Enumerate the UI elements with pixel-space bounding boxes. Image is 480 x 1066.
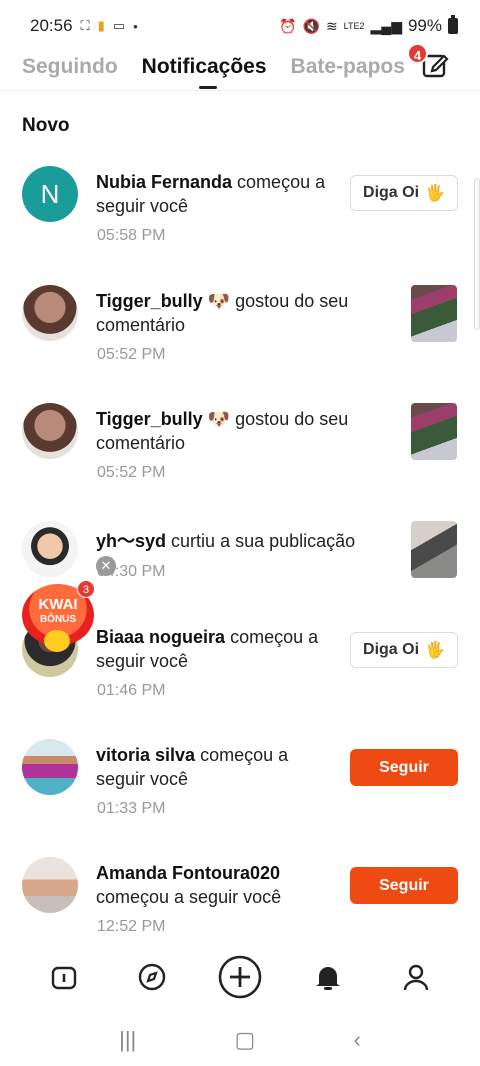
dog-emoji: 🐶 — [207, 291, 231, 311]
avatar[interactable] — [22, 285, 78, 341]
clock: 20:56 — [30, 16, 73, 35]
avatar[interactable] — [22, 857, 78, 913]
app-icon: ▮ — [97, 18, 105, 33]
wifi-icon: ≋ — [325, 17, 338, 34]
system-nav: ||| ▢ ‹ — [0, 1014, 480, 1066]
timestamp: 01:46 PM — [97, 682, 166, 699]
compass-icon — [138, 963, 166, 991]
say-hi-label: Diga Oi — [363, 641, 420, 658]
tab-following[interactable]: Seguindo — [22, 55, 118, 79]
mute-icon: 🔇 — [302, 17, 320, 34]
dot-icon: • — [133, 18, 138, 34]
user-name[interactable]: vitoria silva — [96, 745, 195, 765]
user-name[interactable]: yh～syd — [96, 531, 166, 551]
avatar[interactable] — [22, 521, 78, 577]
avatar[interactable]: N — [22, 166, 78, 222]
notification-text: yh～syd curtiu a sua publicação — [96, 529, 396, 553]
follow-button[interactable]: Seguir — [350, 749, 458, 786]
user-name[interactable]: Tigger_bully — [96, 291, 203, 311]
post-thumbnail[interactable] — [411, 403, 457, 460]
chat-count-badge: 4 — [407, 43, 428, 64]
wave-icon: 🖐 — [425, 642, 445, 659]
nav-notifications[interactable] — [304, 953, 352, 1001]
say-hi-label: Diga Oi — [363, 184, 420, 201]
divider — [0, 90, 480, 91]
home-icon — [51, 966, 77, 990]
post-thumbnail[interactable] — [411, 521, 457, 578]
recent-apps-icon[interactable]: ||| — [119, 1027, 136, 1053]
say-hi-button[interactable]: Diga Oi 🖐 — [350, 175, 458, 211]
battery-icon — [448, 15, 458, 34]
follow-button[interactable]: Seguir — [350, 867, 458, 904]
bell-icon — [316, 967, 340, 990]
avatar[interactable] — [22, 403, 78, 459]
timestamp: 12:52 PM — [97, 918, 166, 935]
timestamp: 05:58 PM — [97, 227, 166, 244]
timestamp: 05:52 PM — [97, 346, 166, 363]
profile-icon — [403, 964, 429, 991]
battery-percent: 99% — [407, 16, 442, 35]
notification-row[interactable]: Tigger_bully 🐶 gostou do seu comentário … — [0, 403, 480, 521]
notification-text: Nubia Fernanda começou a seguir você — [96, 170, 366, 218]
kwai-bonus-promo[interactable]: KWAI BÔNUS 3 — [20, 580, 96, 656]
user-name[interactable]: Biaaa nogueira — [96, 627, 225, 647]
bonus-label: BÔNUS — [39, 614, 77, 625]
say-hi-button[interactable]: Diga Oi 🖐 — [350, 632, 458, 668]
user-name[interactable]: Nubia Fernanda — [96, 172, 232, 192]
post-thumbnail[interactable] — [411, 285, 457, 342]
timestamp: 01:33 PM — [97, 800, 166, 817]
tab-notifications[interactable]: Notificações — [142, 55, 267, 79]
action-text: começou a seguir você — [96, 887, 282, 907]
nav-profile[interactable] — [392, 953, 440, 1001]
bottom-nav — [0, 940, 480, 1014]
signal-icon: ▂▄▆ — [370, 17, 402, 34]
user-name[interactable]: Amanda Fontoura020 — [96, 863, 280, 883]
notification-row[interactable]: vitoria silva começou a seguir você 01:3… — [0, 739, 480, 857]
back-icon[interactable]: ‹ — [354, 1027, 361, 1053]
timestamp: 05:52 PM — [97, 464, 166, 481]
active-tab-indicator — [199, 86, 217, 89]
user-name[interactable]: Tigger_bully — [96, 409, 203, 429]
nav-create[interactable] — [216, 953, 264, 1001]
monitor-icon: ▭ — [112, 18, 126, 33]
network-label: LTE2 — [343, 21, 365, 31]
nav-home[interactable] — [40, 953, 88, 1001]
notification-text: vitoria silva começou a seguir você — [96, 743, 336, 791]
close-promo-icon[interactable]: ✕ — [96, 556, 116, 576]
avatar[interactable] — [22, 739, 78, 795]
section-title: Novo — [22, 115, 70, 136]
wave-icon: 🖐 — [425, 185, 445, 202]
nav-discover[interactable] — [128, 953, 176, 1001]
screenshot-icon: ⛶ — [80, 18, 90, 33]
notification-row[interactable]: Tigger_bully 🐶 gostou do seu comentário … — [0, 285, 480, 403]
kwai-label: KWAI — [38, 596, 78, 613]
notification-text: Amanda Fontoura020 começou a seguir você — [96, 861, 336, 909]
notification-row[interactable]: N Nubia Fernanda começou a seguir você 0… — [0, 166, 480, 284]
kwai-count-badge: 3 — [77, 580, 95, 598]
plus-icon — [218, 955, 262, 999]
notification-text: Tigger_bully 🐶 gostou do seu comentário — [96, 407, 366, 455]
notification-text: Tigger_bully 🐶 gostou do seu comentário — [96, 289, 366, 337]
dog-emoji: 🐶 — [207, 409, 231, 429]
home-system-icon[interactable]: ▢ — [235, 1027, 256, 1053]
action-text: curtiu a sua publicação — [171, 531, 356, 551]
notification-text: Biaaa nogueira começou a seguir você — [96, 625, 366, 673]
alarm-icon: ⏰ — [279, 17, 297, 34]
tab-chats[interactable]: Bate-papos — [291, 55, 405, 79]
coin-icon — [44, 630, 70, 652]
